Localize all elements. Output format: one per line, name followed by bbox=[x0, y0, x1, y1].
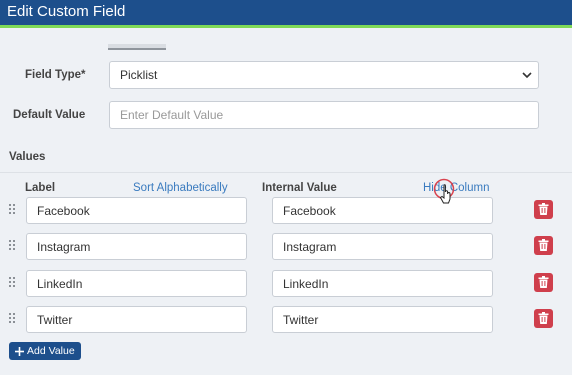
trash-icon bbox=[538, 203, 549, 215]
label-column-header: Label bbox=[25, 182, 56, 194]
tab-indicator bbox=[108, 44, 166, 50]
default-value-placeholder: Enter Default Value bbox=[120, 108, 224, 122]
default-value-input[interactable]: Enter Default Value bbox=[109, 101, 539, 129]
trash-icon bbox=[538, 312, 549, 324]
internal-value-input[interactable]: LinkedIn bbox=[272, 270, 493, 297]
label-input-value: LinkedIn bbox=[37, 276, 83, 291]
internal-value-input-value: LinkedIn bbox=[283, 276, 329, 291]
pointer-cursor-icon bbox=[433, 178, 455, 204]
internal-value-input[interactable]: Twitter bbox=[272, 306, 493, 333]
drag-handle-icon[interactable] bbox=[9, 240, 17, 252]
internal-value-input[interactable]: Facebook bbox=[272, 197, 493, 224]
internal-value-input-value: Instagram bbox=[283, 239, 337, 254]
drag-handle-icon[interactable] bbox=[9, 277, 17, 289]
values-section-title: Values bbox=[9, 151, 46, 163]
delete-button[interactable] bbox=[534, 236, 553, 255]
add-value-label: Add Value bbox=[27, 345, 75, 357]
field-type-label: Field Type* bbox=[25, 69, 86, 81]
dialog-header: Edit Custom Field bbox=[0, 0, 572, 28]
sort-alphabetically-link[interactable]: Sort Alphabetically bbox=[133, 182, 228, 194]
drag-handle-icon[interactable] bbox=[9, 204, 17, 216]
delete-button[interactable] bbox=[534, 200, 553, 219]
label-input[interactable]: Facebook bbox=[26, 197, 247, 224]
chevron-down-icon bbox=[522, 72, 532, 79]
trash-icon bbox=[538, 276, 549, 288]
label-input[interactable]: Twitter bbox=[26, 306, 247, 333]
internal-value-input-value: Facebook bbox=[283, 203, 336, 218]
section-divider bbox=[0, 172, 572, 173]
internal-value-input[interactable]: Instagram bbox=[272, 233, 493, 260]
drag-handle-icon[interactable] bbox=[9, 313, 17, 325]
delete-button[interactable] bbox=[534, 273, 553, 292]
label-input-value: Instagram bbox=[37, 239, 91, 254]
label-input-value: Twitter bbox=[37, 312, 73, 327]
trash-icon bbox=[538, 239, 549, 251]
field-type-select[interactable]: Picklist bbox=[109, 61, 539, 89]
internal-value-input-value: Twitter bbox=[283, 312, 319, 327]
plus-icon bbox=[15, 346, 24, 356]
label-input[interactable]: LinkedIn bbox=[26, 270, 247, 297]
default-value-label: Default Value bbox=[13, 109, 86, 121]
label-input-value: Facebook bbox=[37, 203, 90, 218]
dialog-title: Edit Custom Field bbox=[7, 3, 126, 20]
field-type-value: Picklist bbox=[120, 68, 158, 82]
label-input[interactable]: Instagram bbox=[26, 233, 247, 260]
internal-value-column-header: Internal Value bbox=[262, 182, 337, 194]
delete-button[interactable] bbox=[534, 309, 553, 328]
add-value-button[interactable]: Add Value bbox=[9, 342, 81, 360]
